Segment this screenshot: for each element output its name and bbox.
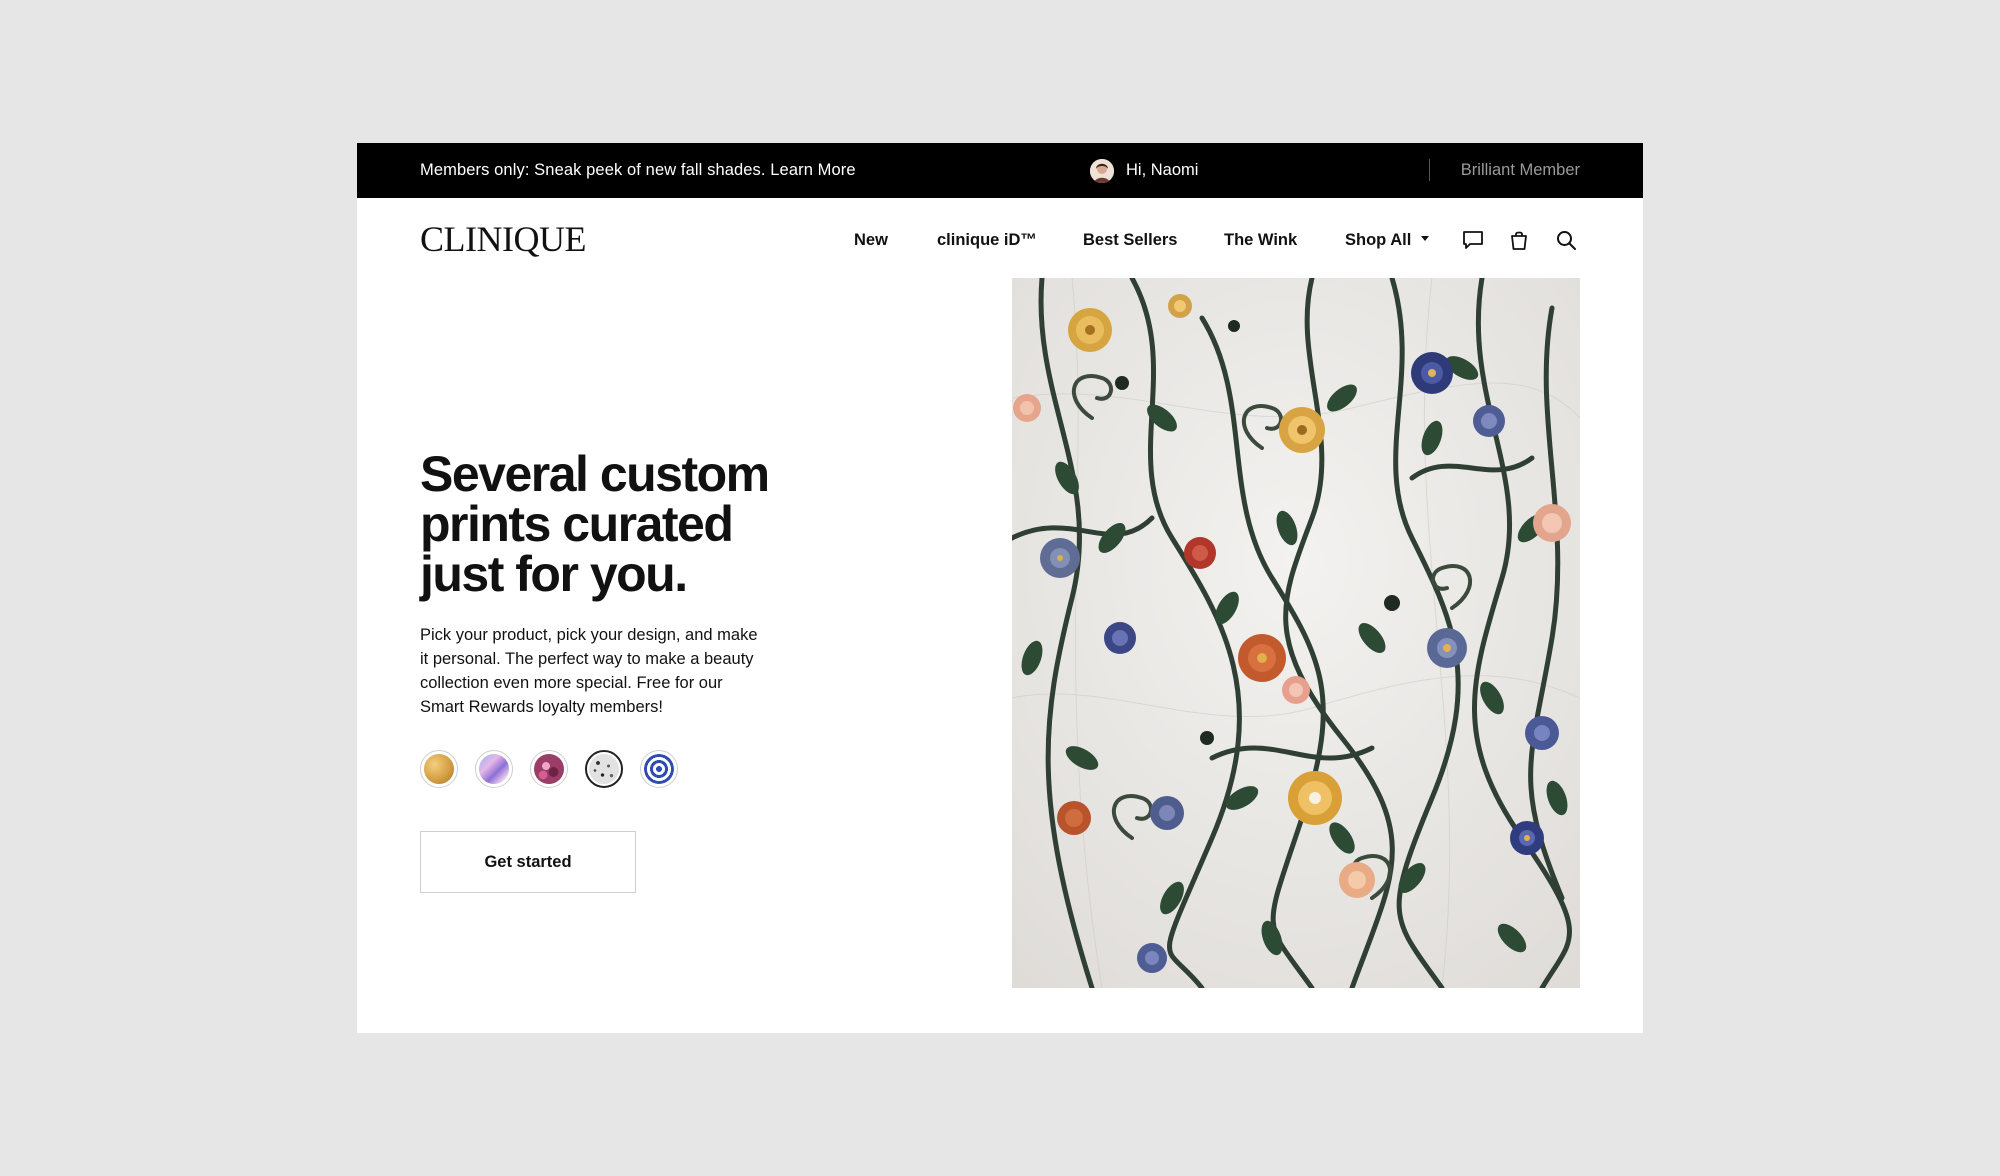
print-swatch-picker	[420, 750, 695, 788]
chat-button[interactable]	[1459, 226, 1487, 254]
description-line: Smart Rewards loyalty members!	[420, 698, 663, 716]
swatch-iridescent[interactable]	[475, 750, 513, 788]
chat-icon	[1463, 231, 1483, 249]
nav-item-new[interactable]: New	[854, 229, 888, 251]
shopping-bag-button[interactable]	[1505, 226, 1533, 254]
nav-item-label[interactable]: Best Sellers	[1083, 231, 1177, 249]
swatch-speckle[interactable]	[585, 750, 623, 788]
nav-item-label[interactable]: The Wink	[1224, 231, 1297, 249]
swatch-gold[interactable]	[420, 750, 458, 788]
greeting-text[interactable]: Hi, Naomi	[1126, 161, 1198, 180]
user-greeting[interactable]: Hi, Naomi	[1090, 143, 1198, 198]
hero-headline: Several custom prints curated just for y…	[420, 449, 820, 599]
top-announcement-bar: Members only: Sneak peek of new fall sha…	[357, 143, 1643, 198]
promo-text[interactable]: Members only: Sneak peek of new fall sha…	[420, 161, 856, 179]
nav-item-label[interactable]: Shop All	[1345, 231, 1411, 249]
search-button[interactable]	[1552, 226, 1580, 254]
nav-item-best-sellers[interactable]: Best Sellers	[1083, 229, 1177, 251]
nav-item-label[interactable]: clinique iD™	[937, 231, 1037, 249]
swatch-blue-spiral[interactable]	[640, 750, 678, 788]
description-line: collection even more special. Free for o…	[420, 674, 723, 692]
description-line: Pick your product, pick your design, and…	[420, 626, 758, 644]
avatar[interactable]	[1090, 158, 1114, 183]
hero-description: Pick your product, pick your design, and…	[420, 623, 800, 719]
headline-line: prints curated	[420, 496, 734, 552]
topbar-divider	[1429, 159, 1430, 181]
main-nav: New clinique iD™ Best Sellers The Wink S…	[357, 229, 1643, 259]
search-icon	[1557, 231, 1576, 250]
page-card: Members only: Sneak peek of new fall sha…	[357, 143, 1643, 1033]
nav-item-the-wink[interactable]: The Wink	[1224, 229, 1297, 251]
description-line: it personal. The perfect way to make a b…	[420, 650, 754, 668]
nav-item-shop-all[interactable]: Shop All	[1345, 229, 1430, 251]
membership-status[interactable]: Brilliant Member	[1461, 143, 1580, 198]
chevron-down-icon	[1421, 236, 1430, 242]
promo-message[interactable]: Members only: Sneak peek of new fall sha…	[420, 143, 856, 198]
shopping-bag-icon	[1511, 231, 1527, 250]
headline-line: Several custom	[420, 446, 770, 502]
headline-line: just for you.	[420, 546, 688, 602]
floral-inlay-image	[1012, 278, 1580, 988]
get-started-button[interactable]: Get started	[420, 831, 636, 893]
nav-item-label[interactable]: New	[854, 231, 888, 249]
nav-item-clinique-id[interactable]: clinique iD™	[937, 229, 1037, 251]
swatch-floral-pink[interactable]	[530, 750, 568, 788]
